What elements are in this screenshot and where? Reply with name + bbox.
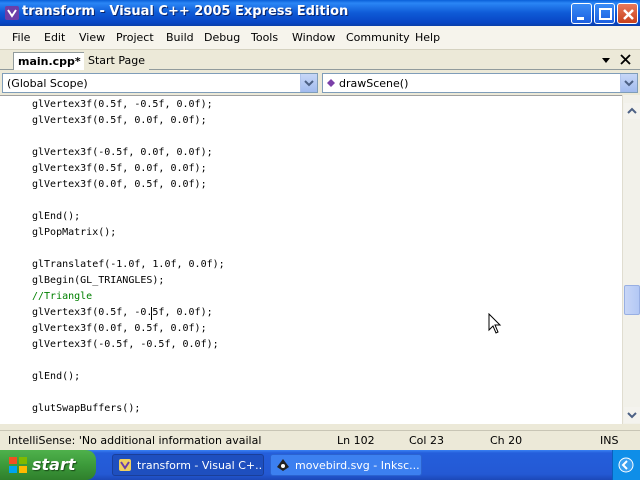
close-icon	[623, 9, 634, 20]
window-title: transform - Visual C++ 2005 Express Edit…	[22, 4, 349, 19]
code-line: glTranslatef(-1.0f, 1.0f, 0.0f);	[32, 259, 225, 270]
inkscape-icon	[277, 459, 289, 471]
menu-file[interactable]: File	[12, 31, 30, 44]
tab-start-page[interactable]: Start Page	[84, 52, 149, 70]
scope-dropdown-button[interactable]	[300, 74, 317, 92]
navigation-bar: (Global Scope) drawScene()	[0, 71, 640, 95]
status-line: Ln 102	[337, 434, 375, 447]
vs-app-icon	[119, 459, 131, 471]
close-button[interactable]	[617, 3, 638, 24]
menu-tools[interactable]: Tools	[251, 31, 278, 44]
taskbar-item-inkscape[interactable]: movebird.svg - Inksc...	[270, 454, 422, 476]
menu-debug[interactable]: Debug	[204, 31, 240, 44]
minimize-icon	[577, 17, 584, 20]
minimize-button[interactable]	[571, 3, 592, 24]
scope-dropdown[interactable]: (Global Scope)	[2, 73, 318, 93]
code-line: glVertex3f(-0.5f, 0.0f, 0.0f);	[32, 147, 213, 158]
code-line: glVertex3f(0.0f, 0.5f, 0.0f);	[32, 323, 207, 334]
taskbar-item-visual-cpp-label: transform - Visual C+...	[137, 459, 264, 472]
menu-project[interactable]: Project	[116, 31, 154, 44]
tab-main-cpp[interactable]: main.cpp*	[13, 52, 86, 70]
status-insert-mode: INS	[600, 434, 619, 447]
code-editor[interactable]: glVertex3f(0.5f, -0.5f, 0.0f); glVertex3f…	[0, 95, 622, 424]
editor-vertical-scrollbar[interactable]	[622, 95, 640, 424]
menu-edit[interactable]: Edit	[44, 31, 65, 44]
tab-main-cpp-label: main.cpp*	[18, 55, 81, 68]
status-bar: IntelliSense: 'No additional information…	[0, 430, 640, 450]
mouse-cursor-icon	[488, 313, 502, 334]
scope-dropdown-value: (Global Scope)	[7, 77, 88, 90]
chevron-down-icon	[627, 412, 637, 419]
status-message: IntelliSense: 'No additional information…	[8, 434, 262, 447]
code-line: glEnd();	[32, 371, 81, 382]
function-dropdown[interactable]: drawScene()	[322, 73, 638, 93]
code-line: glVertex3f(0.5f, 0.0f, 0.0f);	[32, 115, 207, 126]
menu-help[interactable]: Help	[415, 31, 440, 44]
code-line: glPopMatrix();	[32, 227, 117, 238]
menu-view[interactable]: View	[79, 31, 105, 44]
taskbar-item-visual-cpp[interactable]: transform - Visual C+...	[112, 454, 264, 476]
code-comment: //Triangle	[32, 291, 93, 302]
code-line: glVertex3f(0.5f, -0.5f, 0.0f);	[32, 99, 213, 110]
scroll-up-button[interactable]	[624, 103, 640, 119]
chevron-down-icon	[624, 80, 634, 87]
code-line: glVertex3f(0.5f, -0.5f, 0.0f);	[32, 307, 213, 318]
method-icon	[327, 79, 335, 87]
system-tray	[612, 450, 640, 480]
scroll-thumb[interactable]	[624, 285, 640, 315]
code-line: glVertex3f(0.5f, 0.0f, 0.0f);	[32, 163, 207, 174]
chevron-up-icon	[627, 107, 637, 114]
function-dropdown-value: drawScene()	[339, 77, 409, 90]
pin-icon[interactable]	[600, 55, 612, 65]
code-line: glVertex3f(-0.5f, -0.5f, 0.0f);	[32, 339, 219, 350]
taskbar: start transform - Visual C+... movebird.…	[0, 450, 640, 480]
chevron-down-icon	[304, 80, 314, 87]
maximize-icon	[599, 8, 612, 20]
start-label: start	[32, 455, 76, 474]
windows-logo-icon	[9, 457, 27, 473]
vs-app-icon	[5, 6, 19, 20]
code-line: glBegin(GL_TRIANGLES);	[32, 275, 165, 286]
function-dropdown-button[interactable]	[620, 74, 637, 92]
status-column: Col 23	[409, 434, 444, 447]
tab-start-page-label: Start Page	[88, 54, 145, 67]
scroll-down-button[interactable]	[624, 407, 640, 423]
menu-window[interactable]: Window	[292, 31, 335, 44]
document-tab-strip: main.cpp* Start Page	[0, 50, 640, 70]
maximize-button[interactable]	[594, 3, 615, 24]
taskbar-item-inkscape-label: movebird.svg - Inksc...	[295, 459, 420, 472]
menu-bar: File Edit View Project Build Debug Tools…	[0, 26, 640, 50]
code-line: glEnd();	[32, 211, 81, 222]
title-bar: transform - Visual C++ 2005 Express Edit…	[0, 0, 640, 26]
menu-community[interactable]: Community	[346, 31, 410, 44]
menu-build[interactable]: Build	[166, 31, 194, 44]
tray-arrow-icon[interactable]	[617, 457, 635, 473]
close-document-icon[interactable]	[620, 54, 631, 65]
start-button[interactable]: start	[0, 450, 96, 480]
code-line: glVertex3f(0.0f, 0.5f, 0.0f);	[32, 179, 207, 190]
code-line: glutSwapBuffers();	[32, 403, 141, 414]
status-char: Ch 20	[490, 434, 523, 447]
